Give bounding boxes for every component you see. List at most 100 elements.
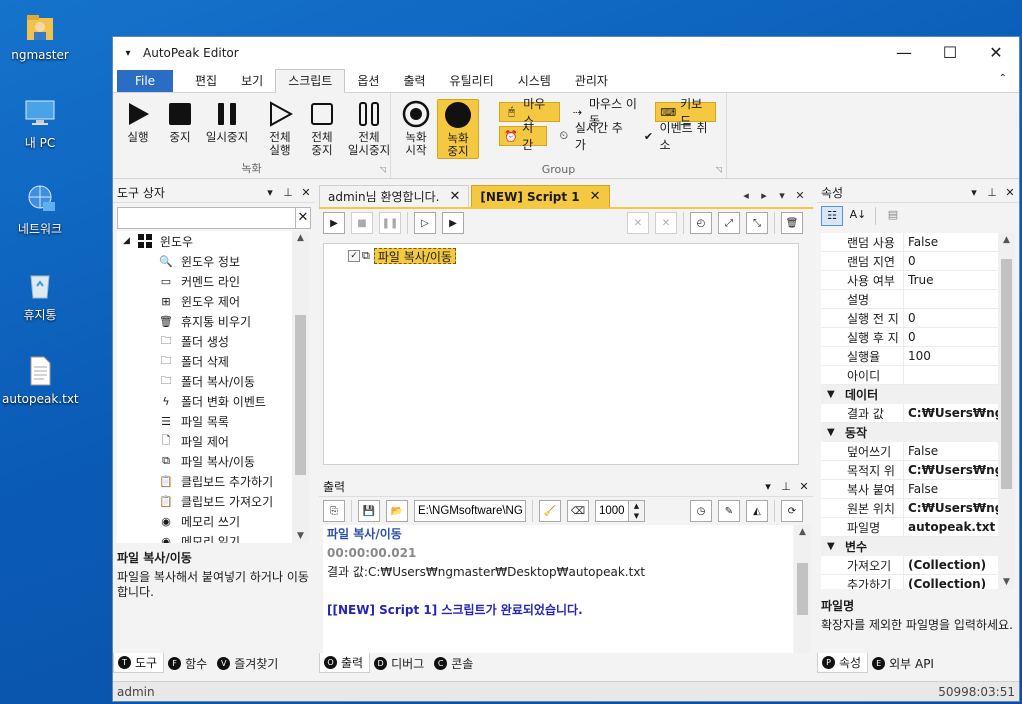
- brush-icon[interactable]: ✎: [718, 500, 740, 522]
- property-row[interactable]: 랜덤 사용 False: [821, 233, 1015, 252]
- expand-icon[interactable]: ◢: [123, 236, 130, 246]
- property-row[interactable]: 덮어쓰기 False: [821, 442, 1015, 461]
- close-button[interactable]: ✕: [973, 37, 1019, 69]
- menu-tab-6[interactable]: 시스템: [506, 70, 563, 92]
- pin-icon[interactable]: ⊥: [777, 480, 795, 493]
- property-row[interactable]: 결과 값 C:₩Users₩ngma: [821, 404, 1015, 423]
- panel-close-icon[interactable]: ✕: [297, 186, 315, 199]
- property-row[interactable]: 복사 붙여 False: [821, 480, 1015, 499]
- output-log[interactable]: 파일 복사/이동 00:00:00.021 결과 값:C:₩Users₩ngmast…: [323, 525, 793, 671]
- toolbox-item[interactable]: 🗀 폴더 생성: [117, 331, 309, 351]
- dialog-launcher-icon[interactable]: ◹: [716, 165, 722, 174]
- panel-tab-1[interactable]: D 디버그: [370, 653, 430, 673]
- chevron-down-icon[interactable]: ▼: [827, 427, 845, 438]
- toolbox-item[interactable]: 🗀 폴더 삭제: [117, 351, 309, 371]
- pause-button[interactable]: 일시중지: [201, 99, 253, 157]
- close-tab-icon[interactable]: ✕: [449, 189, 460, 204]
- panel-menu-icon[interactable]: ▾: [965, 186, 983, 199]
- scroll-left-icon[interactable]: ◂: [737, 189, 755, 202]
- alarm-toggle[interactable]: ⏰ 시간: [499, 121, 547, 152]
- category-action[interactable]: ▼ 동작: [821, 423, 1015, 442]
- menu-tab-5[interactable]: 유틸리티: [438, 70, 506, 92]
- toolbox-item[interactable]: 🗑 휴지통 비우기: [117, 311, 309, 331]
- script-node[interactable]: ✓ ⧉ 파일 복사/이동: [348, 248, 456, 264]
- node-checkbox[interactable]: ✓: [348, 250, 360, 262]
- desktop-icon-3[interactable]: 휴지통: [2, 268, 78, 323]
- pause-all-button[interactable]: 전체 일시중지: [343, 99, 395, 157]
- toolbox-item[interactable]: ⊞ 윈도우 제어: [117, 291, 309, 311]
- panel-menu-icon[interactable]: ▾: [759, 480, 777, 493]
- toolbox-item[interactable]: ◉ 메모리 읽기: [117, 531, 309, 544]
- refresh-icon[interactable]: ⟳: [781, 500, 803, 522]
- property-pages-icon[interactable]: ▤: [882, 206, 904, 226]
- script-canvas[interactable]: ✓ ⧉ 파일 복사/이동: [323, 243, 799, 465]
- save-icon[interactable]: 💾: [358, 500, 380, 522]
- alphabetical-sort-icon[interactable]: A↓: [847, 206, 869, 226]
- pin-icon[interactable]: ⊥: [279, 186, 297, 199]
- desktop-icon-0[interactable]: ngmaster: [2, 10, 78, 62]
- document-list-icon[interactable]: ▾: [773, 189, 791, 202]
- eraser-icon[interactable]: ⌫: [567, 500, 589, 522]
- clear-auto-icon[interactable]: 🧹: [539, 500, 561, 522]
- quick-access-dropdown[interactable]: ▾: [113, 48, 143, 59]
- property-row[interactable]: 가져오기 (Collection): [821, 556, 1015, 575]
- stop-all-button[interactable]: 전체 중지: [301, 99, 343, 157]
- panel-menu-icon[interactable]: ▾: [261, 186, 279, 199]
- toolbox-item[interactable]: 🔍 윈도우 정보: [117, 251, 309, 271]
- stop-button[interactable]: 중지: [159, 99, 201, 157]
- pin-icon[interactable]: ⊥: [983, 186, 1001, 199]
- chevron-down-icon[interactable]: ▼: [827, 389, 845, 400]
- toolbox-scrollbar[interactable]: ▲ ▼: [292, 231, 309, 543]
- property-row[interactable]: 설명: [821, 290, 1015, 309]
- panel-close-icon[interactable]: ✕: [795, 480, 813, 493]
- clear-search-icon[interactable]: ✕: [295, 208, 310, 228]
- scroll-right-icon[interactable]: ▸: [755, 189, 773, 202]
- delete-node-icon[interactable]: ✕: [655, 212, 677, 234]
- desktop-icon-2[interactable]: 네트워크: [2, 182, 78, 237]
- run-from-here-icon[interactable]: ▷: [414, 212, 436, 234]
- property-row[interactable]: 파일명 autopeak.txt: [821, 518, 1015, 537]
- new-log-icon[interactable]: ⎘: [323, 500, 345, 522]
- timer-icon[interactable]: ◴: [690, 212, 712, 234]
- desktop-icon-1[interactable]: 내 PC: [2, 96, 78, 151]
- toolbox-item[interactable]: 📋 클립보드 추가하기: [117, 471, 309, 491]
- record-stop-button[interactable]: 녹화 중지: [437, 99, 479, 159]
- record-start-button[interactable]: 녹화 시작: [395, 99, 437, 159]
- categorized-view-icon[interactable]: ☷: [821, 206, 843, 226]
- property-row[interactable]: 랜덤 지연 0: [821, 252, 1015, 271]
- toolbox-item[interactable]: 📋 클립보드 가져오기: [117, 491, 309, 511]
- play-all-button[interactable]: 전체 실행: [259, 99, 301, 157]
- property-row[interactable]: 실행 후 지0: [821, 328, 1015, 347]
- collapse-ribbon-icon[interactable]: ⌃: [999, 73, 1007, 84]
- max-lines-stepper[interactable]: ▲ ▼: [629, 500, 645, 522]
- toolbox-item[interactable]: ◉ 메모리 쓰기: [117, 511, 309, 531]
- maximize-button[interactable]: ☐: [927, 37, 973, 69]
- menu-tab-1[interactable]: 보기: [229, 70, 275, 92]
- collapse-all-icon[interactable]: ⤡: [746, 212, 768, 234]
- menu-tab-4[interactable]: 출력: [391, 70, 437, 92]
- file-menu[interactable]: File: [117, 70, 173, 92]
- open-folder-icon[interactable]: 📂: [386, 500, 408, 522]
- properties-scrollbar[interactable]: ▲ ▼: [998, 233, 1015, 589]
- toolbox-item[interactable]: ϟ 폴더 변화 이벤트: [117, 391, 309, 411]
- run-icon[interactable]: ▶: [323, 212, 345, 234]
- desktop-icon-4[interactable]: autopeak.txt: [2, 354, 79, 406]
- panel-tab-0[interactable]: T 도구: [113, 653, 165, 673]
- category-variables[interactable]: ▼ 변수: [821, 537, 1015, 556]
- pause-icon[interactable]: ❚❚: [379, 212, 401, 234]
- dialog-launcher-icon[interactable]: ◹: [380, 165, 386, 174]
- property-row[interactable]: 원본 위치 C:₩Users₩ngma: [821, 499, 1015, 518]
- document-close-icon[interactable]: ✕: [791, 189, 809, 202]
- clock-icon[interactable]: ◷: [690, 500, 712, 522]
- run-selected-icon[interactable]: ▶: [442, 212, 464, 234]
- minimize-button[interactable]: —: [881, 37, 927, 69]
- check-circle-toggle[interactable]: ✔ 이벤트 취소: [637, 121, 716, 152]
- panel-tab-2[interactable]: V 즐겨찾기: [213, 653, 284, 673]
- property-row[interactable]: 실행 전 지0: [821, 309, 1015, 328]
- panel-tab-1[interactable]: E 외부 API: [868, 653, 940, 673]
- panel-tab-1[interactable]: F 함수: [164, 653, 213, 673]
- document-tab-1[interactable]: [NEW] Script 1 ✕: [471, 185, 610, 207]
- property-row[interactable]: 추가하기 (Collection): [821, 575, 1015, 589]
- toolbox-item[interactable]: 🗀 폴더 복사/이동: [117, 371, 309, 391]
- output-scrollbar[interactable]: ▲ ▼: [794, 525, 811, 671]
